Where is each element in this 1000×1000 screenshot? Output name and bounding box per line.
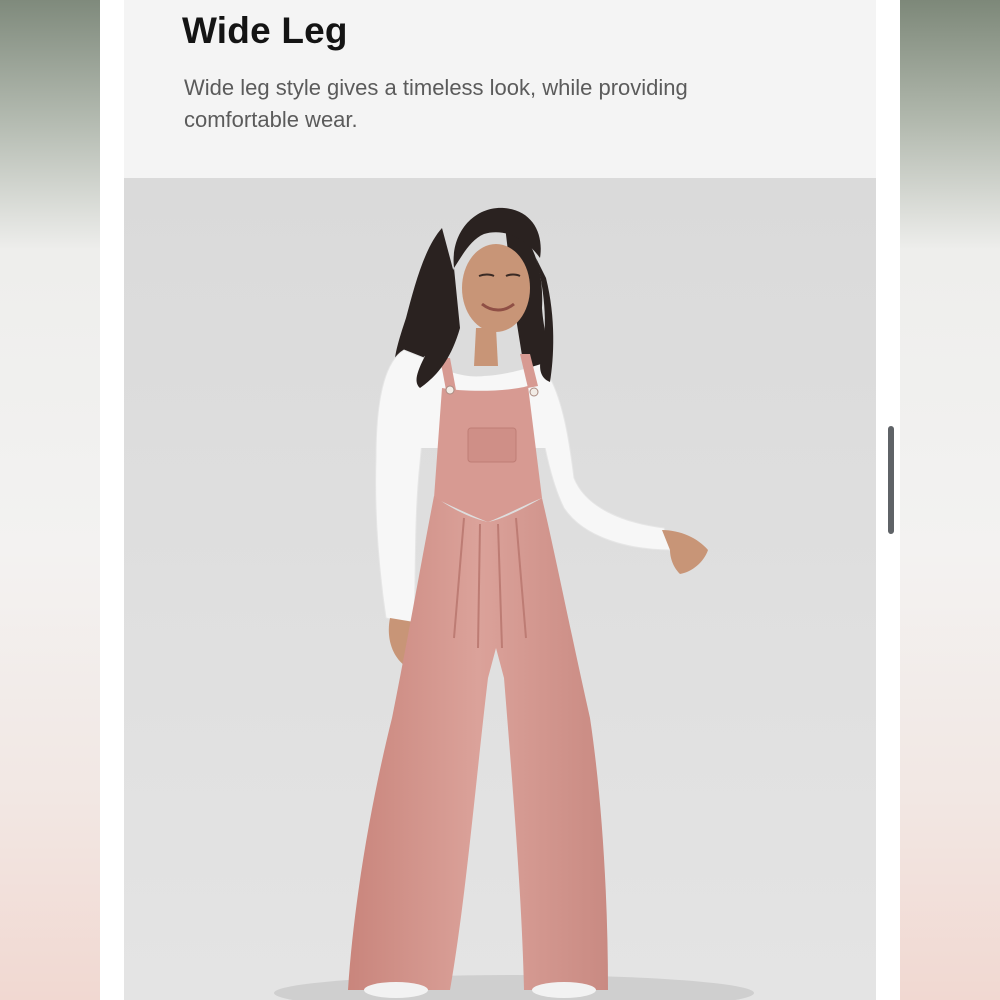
model-illustration: [124, 178, 876, 1000]
left-shoe: [364, 982, 428, 998]
screenshot-frame: Wide Leg Wide leg style gives a timeless…: [0, 0, 1000, 1000]
feature-title: Wide Leg: [182, 10, 348, 51]
blurred-background-left: [0, 0, 100, 1000]
blurred-background-right: [900, 0, 1000, 1000]
face: [462, 244, 530, 332]
bib-pocket: [467, 427, 517, 463]
right-shoe: [532, 982, 596, 998]
product-page: Wide Leg Wide leg style gives a timeless…: [100, 0, 900, 1000]
feature-description: Wide leg style gives a timeless look, wh…: [184, 75, 688, 132]
left-strap-button: [445, 385, 455, 395]
right-strap-button: [529, 387, 539, 397]
neck: [474, 328, 498, 366]
scrollbar-thumb[interactable]: [888, 426, 894, 534]
feature-card: Wide Leg Wide leg style gives a timeless…: [124, 0, 876, 1000]
product-image: [124, 178, 876, 1000]
